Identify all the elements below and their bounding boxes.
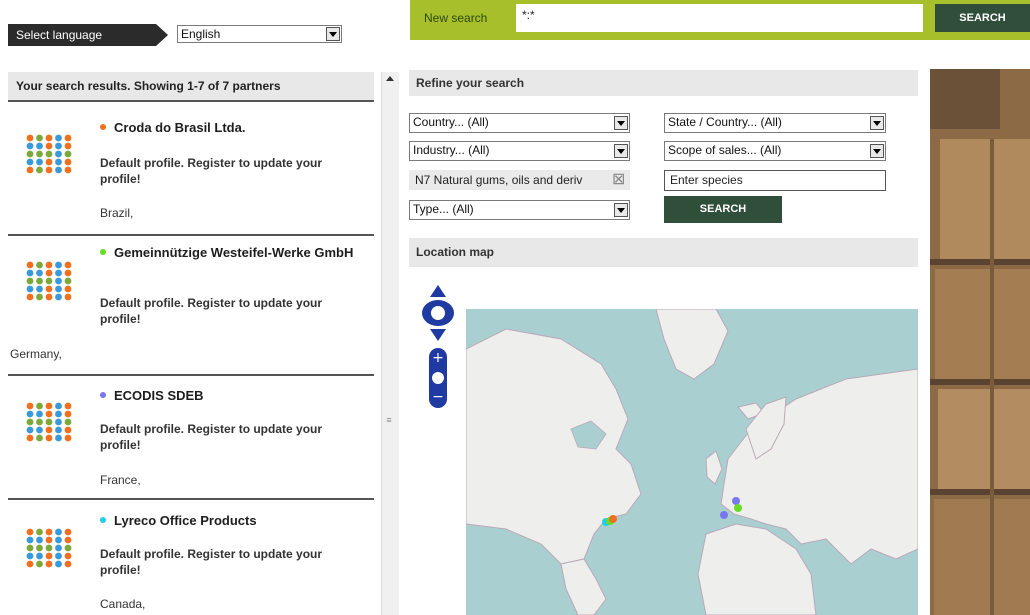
result-country: Brazil,	[100, 206, 134, 220]
result-description: Default profile. Register to update your…	[100, 296, 323, 326]
result-name[interactable]: Lyreco Office Products	[114, 513, 257, 528]
location-map[interactable]	[466, 309, 918, 615]
state-select[interactable]: State / Country... (All)	[664, 113, 886, 133]
decorative-boxes-image	[930, 69, 1030, 615]
result-color-dot	[100, 124, 106, 130]
scope-select-value: Scope of sales... (All)	[668, 143, 782, 157]
language-label-arrow	[156, 24, 168, 46]
language-select[interactable]: English	[177, 25, 342, 43]
partner-logo-icon	[26, 528, 72, 568]
result-color-dot	[100, 392, 106, 398]
country-select-value: Country... (All)	[413, 115, 489, 129]
result-country: France,	[100, 473, 141, 487]
species-filter-chip: N7 Natural gums, oils and deriv	[409, 170, 630, 190]
result-name[interactable]: ECODIS SDEB	[114, 388, 204, 403]
country-select[interactable]: Country... (All)	[409, 113, 630, 133]
result-country: Canada,	[100, 597, 146, 611]
svg-text:+: +	[432, 350, 444, 366]
industry-select[interactable]: Industry... (All)	[409, 141, 630, 161]
type-select-value: Type... (All)	[413, 202, 474, 216]
select-language-label: Select language	[8, 24, 156, 46]
scroll-up-arrow-icon[interactable]	[381, 72, 398, 87]
refine-heading: Refine your search	[409, 70, 918, 96]
type-select[interactable]: Type... (All)	[409, 200, 630, 220]
result-color-dot	[100, 249, 106, 255]
result-description: Default profile. Register to update your…	[100, 422, 323, 452]
result-description: Default profile. Register to update your…	[100, 547, 323, 577]
chevron-down-icon[interactable]	[614, 116, 628, 130]
result-item[interactable]: ECODIS SDEB Default profile. Register to…	[8, 376, 374, 500]
state-select-value: State / Country... (All)	[668, 115, 782, 129]
partner-logo-icon	[26, 134, 72, 174]
chevron-down-icon[interactable]	[870, 144, 884, 158]
result-name[interactable]: Gemeinnützige Westeifel-Werke GmbH	[114, 246, 364, 260]
result-item[interactable]: Croda do Brasil Ltda. Default profile. R…	[8, 106, 374, 236]
chevron-down-icon[interactable]	[614, 144, 628, 158]
svg-text:−: −	[432, 389, 444, 405]
chevron-down-icon[interactable]	[870, 116, 884, 130]
top-search-button[interactable]: SEARCH	[935, 4, 1030, 32]
result-color-dot	[100, 517, 106, 523]
results-header: Your search results. Showing 1-7 of 7 pa…	[8, 72, 374, 102]
result-item[interactable]: Lyreco Office Products Default profile. …	[8, 500, 374, 615]
results-scrollbar[interactable]	[381, 72, 399, 615]
partner-logo-icon	[26, 402, 72, 442]
industry-select-value: Industry... (All)	[413, 143, 490, 157]
scroll-grip-icon[interactable]: ≡	[384, 415, 394, 425]
result-country: Germany,	[10, 347, 62, 361]
result-item[interactable]: Gemeinnützige Westeifel-Werke GmbH Defau…	[8, 236, 374, 376]
chevron-down-icon[interactable]	[614, 203, 628, 217]
language-selected-value: English	[181, 27, 221, 41]
map-pan-control-icon[interactable]	[418, 283, 458, 343]
partner-logo-icon	[26, 261, 72, 301]
result-description: Default profile. Register to update your…	[100, 156, 323, 186]
result-name[interactable]: Croda do Brasil Ltda.	[114, 120, 245, 135]
scope-select[interactable]: Scope of sales... (All)	[664, 141, 886, 161]
species-input[interactable]: Enter species	[664, 170, 886, 191]
refine-search-button[interactable]: SEARCH	[664, 196, 782, 223]
close-icon[interactable]: ⊠	[612, 171, 625, 189]
chevron-down-icon[interactable]	[326, 27, 340, 41]
new-search-label: New search	[424, 11, 488, 25]
map-zoom-control-icon[interactable]: + −	[427, 348, 449, 408]
cardboard-boxes-graphic	[930, 69, 1030, 615]
world-map-graphic	[466, 309, 918, 615]
map-heading: Location map	[409, 238, 918, 267]
top-search-input[interactable]: *:*	[516, 4, 923, 32]
